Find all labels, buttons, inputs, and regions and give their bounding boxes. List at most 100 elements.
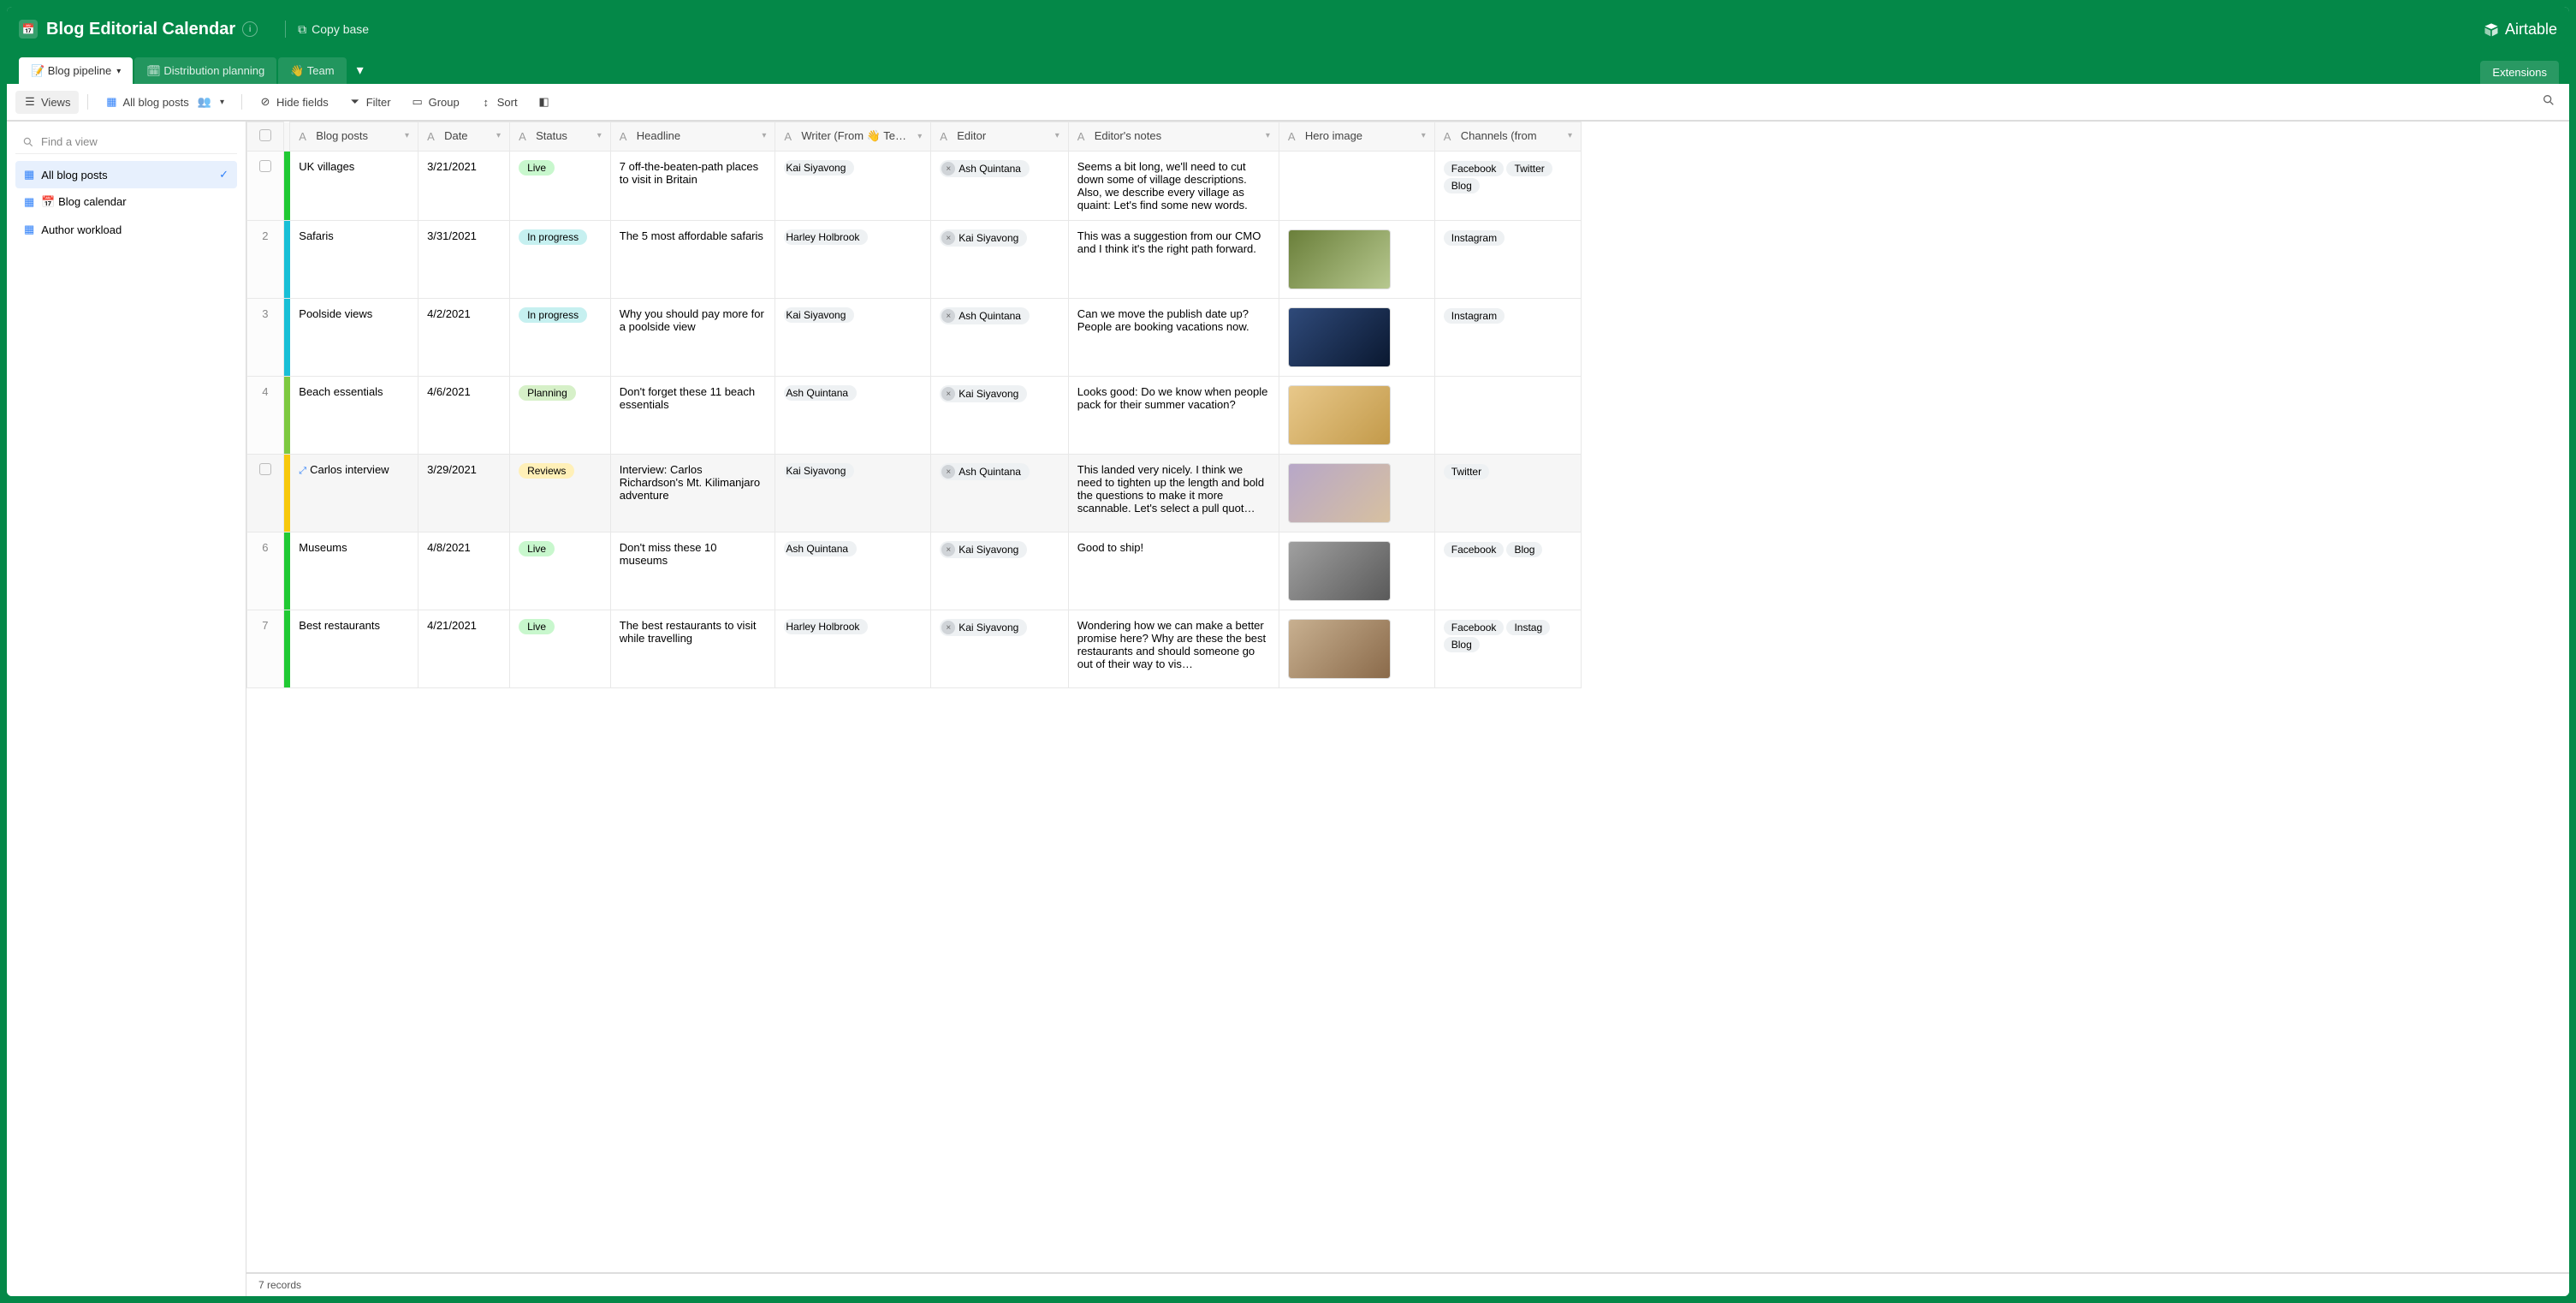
cell-notes[interactable]: Seems a bit long, we'll need to cut down… <box>1068 152 1279 221</box>
select-all-checkbox[interactable] <box>259 129 271 141</box>
cell-channels[interactable]: Instagram <box>1434 299 1581 377</box>
tab-team[interactable]: 👋 Team <box>278 57 346 84</box>
cell-blog-post[interactable]: ⤢Carlos interview <box>290 455 418 533</box>
cell-status[interactable]: Live <box>510 610 611 688</box>
table-row[interactable]: 4Beach essentials4/6/2021PlanningDon't f… <box>247 377 1582 455</box>
remove-icon[interactable]: × <box>941 231 955 245</box>
cell-blog-post[interactable]: Museums <box>290 533 418 610</box>
column-header[interactable]: AEditor▾ <box>931 122 1069 152</box>
cell-date[interactable]: 4/6/2021 <box>418 377 510 455</box>
copy-base-button[interactable]: ⧉ Copy base <box>298 22 369 37</box>
cell-blog-post[interactable]: Safaris <box>290 221 418 299</box>
column-header[interactable] <box>283 122 289 152</box>
cell-status[interactable]: Live <box>510 533 611 610</box>
cell-editor[interactable]: ×Kai Siyavong <box>931 377 1069 455</box>
find-view-input[interactable]: Find a view <box>15 130 237 154</box>
cell-channels[interactable]: FacebookBlog <box>1434 533 1581 610</box>
hero-thumbnail[interactable] <box>1288 541 1391 601</box>
hero-thumbnail[interactable] <box>1288 463 1391 523</box>
remove-icon[interactable]: × <box>941 543 955 556</box>
cell-headline[interactable]: The best restaurants to visit while trav… <box>610 610 775 688</box>
search-button[interactable] <box>2537 88 2561 116</box>
column-header[interactable]: AChannels (from▾ <box>1434 122 1581 152</box>
table-row[interactable]: 2Safaris3/31/2021In progressThe 5 most a… <box>247 221 1582 299</box>
cell-writer[interactable]: Kai Siyavong <box>775 299 931 377</box>
cell-writer[interactable]: Harley Holbrook <box>775 610 931 688</box>
cell-notes[interactable]: Can we move the publish date up? People … <box>1068 299 1279 377</box>
sidebar-view-item[interactable]: ▦All blog posts✓ <box>15 161 237 188</box>
hero-thumbnail[interactable] <box>1288 229 1391 289</box>
color-button[interactable]: ◧ <box>530 91 559 113</box>
row-number[interactable] <box>247 455 284 533</box>
table-row[interactable]: ⤢Carlos interview3/29/2021ReviewsIntervi… <box>247 455 1582 533</box>
row-number[interactable]: 4 <box>247 377 284 455</box>
base-name[interactable]: Blog Editorial Calendar <box>46 20 235 39</box>
person-chip[interactable]: ×Kai Siyavong <box>940 229 1027 247</box>
cell-headline[interactable]: Interview: Carlos Richardson's Mt. Kilim… <box>610 455 775 533</box>
base-icon[interactable]: 📅 <box>19 20 38 39</box>
person-chip[interactable]: ×Ash Quintana <box>940 160 1030 177</box>
tab-add-or-show[interactable]: ▾ <box>348 57 372 84</box>
cell-hero-image[interactable] <box>1279 221 1434 299</box>
cell-status[interactable]: Reviews <box>510 455 611 533</box>
cell-channels[interactable]: FacebookTwitterBlog <box>1434 152 1581 221</box>
cell-status[interactable]: In progress <box>510 299 611 377</box>
cell-status[interactable]: In progress <box>510 221 611 299</box>
view-switcher-button[interactable]: ▦All blog posts👥▾ <box>97 90 233 114</box>
cell-writer[interactable]: Kai Siyavong <box>775 152 931 221</box>
cell-notes[interactable]: Looks good: Do we know when people pack … <box>1068 377 1279 455</box>
cell-status[interactable]: Planning <box>510 377 611 455</box>
cell-headline[interactable]: The 5 most affordable safaris <box>610 221 775 299</box>
row-number[interactable]: 2 <box>247 221 284 299</box>
cell-hero-image[interactable] <box>1279 455 1434 533</box>
hero-thumbnail[interactable] <box>1288 307 1391 367</box>
column-header[interactable]: ADate▾ <box>418 122 510 152</box>
cell-date[interactable]: 4/21/2021 <box>418 610 510 688</box>
cell-blog-post[interactable]: UK villages <box>290 152 418 221</box>
remove-icon[interactable]: × <box>941 621 955 634</box>
cell-channels[interactable]: Instagram <box>1434 221 1581 299</box>
cell-editor[interactable]: ×Ash Quintana <box>931 152 1069 221</box>
cell-date[interactable]: 4/8/2021 <box>418 533 510 610</box>
cell-editor[interactable]: ×Ash Quintana <box>931 455 1069 533</box>
cell-headline[interactable]: Don't miss these 10 museums <box>610 533 775 610</box>
remove-icon[interactable]: × <box>941 465 955 479</box>
tab-blog-pipeline[interactable]: 📝 Blog pipeline▾ <box>19 57 133 84</box>
cell-headline[interactable]: Why you should pay more for a poolside v… <box>610 299 775 377</box>
cell-date[interactable]: 3/21/2021 <box>418 152 510 221</box>
table-row[interactable]: 6Museums4/8/2021LiveDon't miss these 10 … <box>247 533 1582 610</box>
person-chip[interactable]: ×Kai Siyavong <box>940 541 1027 558</box>
airtable-logo[interactable]: Airtable <box>2483 21 2557 39</box>
table-row[interactable]: 7Best restaurants4/21/2021LiveThe best r… <box>247 610 1582 688</box>
cell-channels[interactable] <box>1434 377 1581 455</box>
row-number[interactable]: 6 <box>247 533 284 610</box>
cell-notes[interactable]: Good to ship! <box>1068 533 1279 610</box>
cell-hero-image[interactable] <box>1279 610 1434 688</box>
cell-notes[interactable]: This landed very nicely. I think we need… <box>1068 455 1279 533</box>
info-icon[interactable]: i <box>242 21 258 37</box>
expand-icon[interactable]: ⤢ <box>299 466 306 476</box>
cell-editor[interactable]: ×Kai Siyavong <box>931 221 1069 299</box>
column-header[interactable] <box>247 122 284 152</box>
cell-hero-image[interactable] <box>1279 152 1434 221</box>
person-chip[interactable]: ×Ash Quintana <box>940 463 1030 480</box>
cell-blog-post[interactable]: Beach essentials <box>290 377 418 455</box>
sort-button[interactable]: ↕Sort <box>472 91 526 114</box>
hide-fields-button[interactable]: ⊘Hide fields <box>251 91 337 114</box>
remove-icon[interactable]: × <box>941 309 955 323</box>
row-checkbox[interactable] <box>259 160 271 172</box>
cell-hero-image[interactable] <box>1279 299 1434 377</box>
row-number[interactable] <box>247 152 284 221</box>
cell-channels[interactable]: FacebookInstagBlog <box>1434 610 1581 688</box>
cell-blog-post[interactable]: Best restaurants <box>290 610 418 688</box>
tab-distribution-planning[interactable]: 🗓 Distribution planning <box>134 57 276 84</box>
remove-icon[interactable]: × <box>941 162 955 176</box>
column-header[interactable]: AWriter (From 👋 Te…▾ <box>775 122 931 152</box>
column-header[interactable]: AStatus▾ <box>510 122 611 152</box>
remove-icon[interactable]: × <box>941 387 955 401</box>
extensions-button[interactable]: Extensions <box>2480 61 2559 84</box>
column-header[interactable]: AHero image▾ <box>1279 122 1434 152</box>
data-grid[interactable]: ABlog posts▾ADate▾AStatus▾AHeadline▾AWri… <box>246 122 2569 1272</box>
table-row[interactable]: UK villages3/21/2021Live7 off-the-beaten… <box>247 152 1582 221</box>
row-number[interactable]: 3 <box>247 299 284 377</box>
